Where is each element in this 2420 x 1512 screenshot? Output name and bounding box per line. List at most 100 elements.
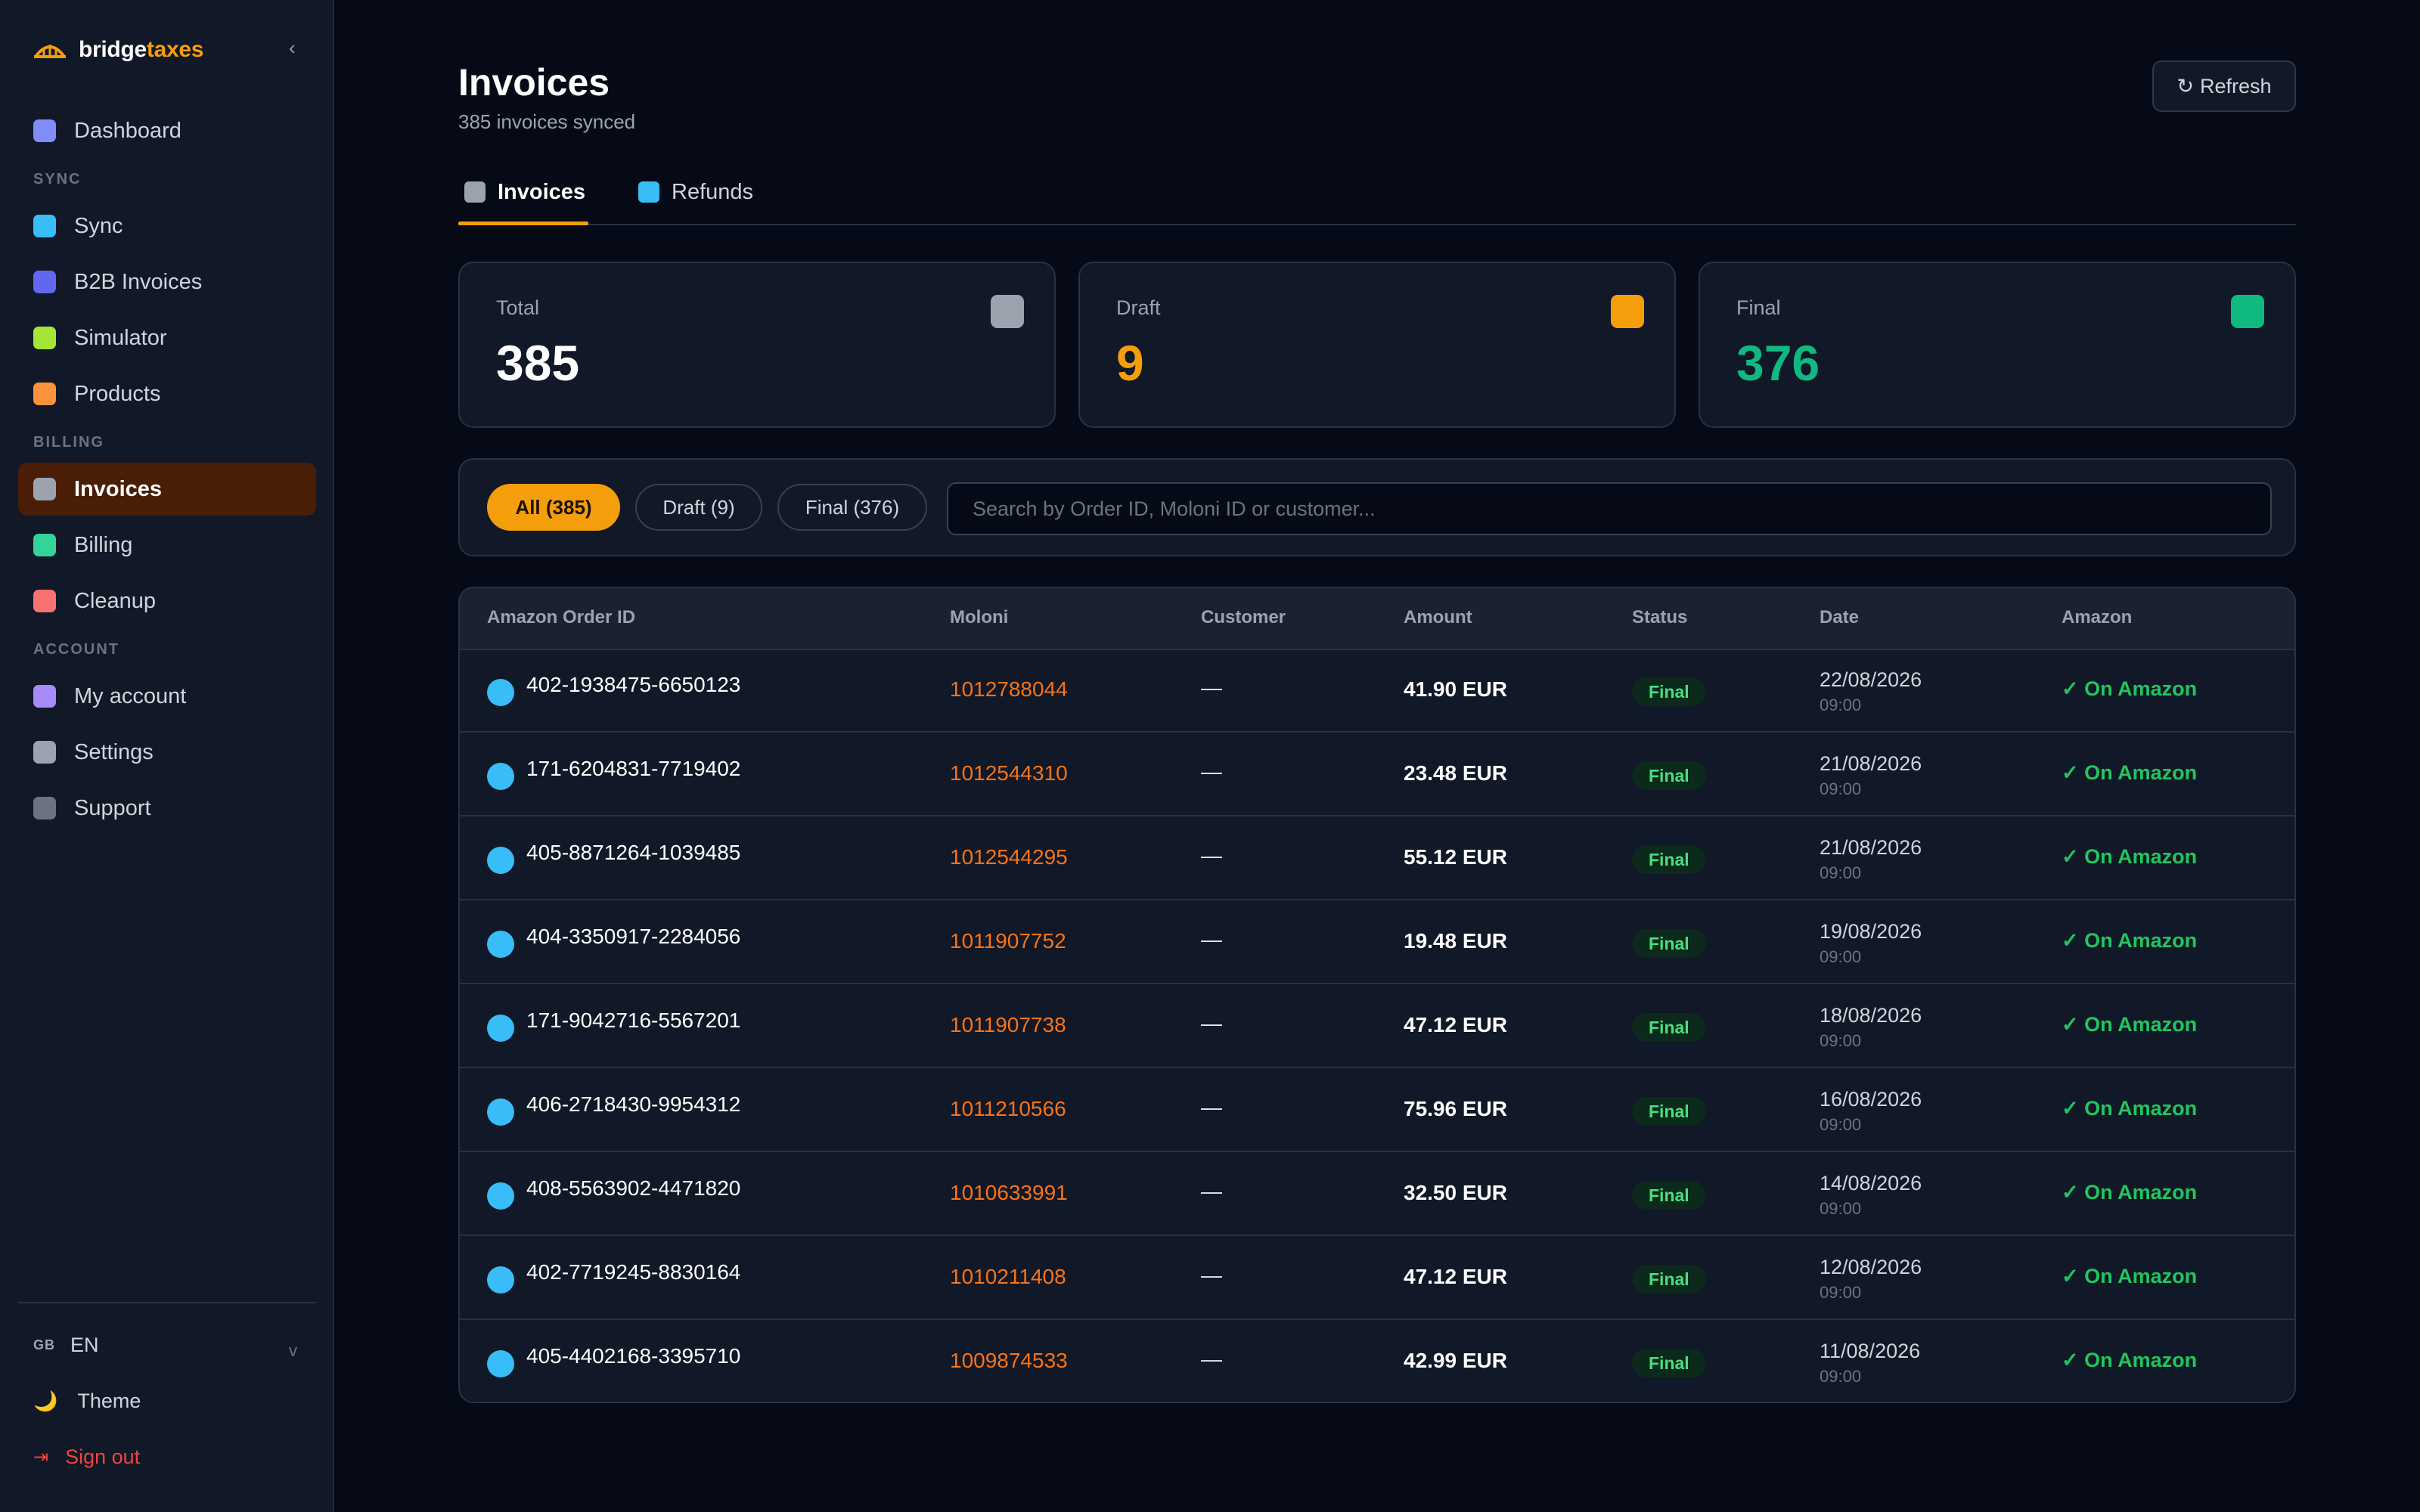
- table-row[interactable]: 406-2718430-9954312 1011210566 — 75.96 EUR F…: [460, 1068, 2294, 1152]
- sidebar-section-title: ACCOUNT: [33, 641, 119, 658]
- customer: —: [1201, 928, 1222, 951]
- sidebar-item-my-account[interactable]: My account: [18, 670, 316, 723]
- stat-value: 376: [1736, 335, 1820, 391]
- search-input[interactable]: [947, 482, 2272, 535]
- column-header-customer[interactable]: Customer: [1201, 607, 1286, 628]
- theme-toggle[interactable]: 🌙 Theme: [33, 1390, 141, 1413]
- date: 12/08/2026: [1820, 1256, 1922, 1278]
- amount: 19.48 EUR: [1404, 929, 1507, 953]
- order-id: 402-7719245-8830164: [526, 1260, 741, 1284]
- customer: —: [1201, 1263, 1222, 1287]
- column-header-amazon[interactable]: Amazon: [2062, 607, 2132, 628]
- invoices-tab-icon: [464, 181, 486, 203]
- customer: —: [1201, 1179, 1222, 1203]
- refresh-label: Refresh: [2200, 74, 2272, 98]
- dashboard-icon: [33, 119, 56, 142]
- column-header-order-id[interactable]: Amazon Order ID: [487, 607, 635, 628]
- column-header-date[interactable]: Date: [1820, 607, 1859, 628]
- tab-refunds-label: Refunds: [672, 180, 754, 204]
- chevron-down-icon[interactable]: v: [289, 1341, 297, 1361]
- tab-refunds[interactable]: Refunds: [638, 171, 753, 224]
- order-id: 406-2718430-9954312: [526, 1092, 741, 1116]
- column-header-amount[interactable]: Amount: [1404, 607, 1472, 628]
- moloni-id-link[interactable]: 1012544310: [950, 761, 1068, 785]
- stat-card-final: Final 376: [1699, 262, 2296, 428]
- table-row[interactable]: 408-5563902-4471820 1010633991 — 32.50 EUR F…: [460, 1152, 2294, 1236]
- flag-gb-icon: GB: [33, 1337, 55, 1352]
- marketplace-globe-icon: [487, 847, 514, 874]
- sign-out-button[interactable]: ⇥ Sign out: [33, 1445, 140, 1469]
- sidebar-item-support[interactable]: Support: [18, 782, 316, 835]
- column-header-status[interactable]: Status: [1632, 607, 1687, 628]
- on-amazon-status: ✓ On Amazon: [2062, 677, 2198, 700]
- sidebar-item-cleanup[interactable]: Cleanup: [18, 575, 316, 627]
- column-header-moloni[interactable]: Moloni: [950, 607, 1008, 628]
- sidebar-item-label: Settings: [74, 739, 154, 764]
- moloni-id-link[interactable]: 1011907752: [950, 929, 1066, 953]
- table-row[interactable]: 404-3350917-2284056 1011907752 — 19.48 EUR F…: [460, 900, 2294, 984]
- brand[interactable]: bridgetaxes: [33, 33, 203, 67]
- language-selector[interactable]: GB EN: [33, 1334, 99, 1357]
- table-row[interactable]: 402-1938475-6650123 1012788044 — 41.90 EUR F…: [460, 649, 2294, 733]
- sidebar-item-dashboard[interactable]: Dashboard: [18, 104, 316, 157]
- refresh-button[interactable]: ↻ Refresh: [2152, 60, 2296, 112]
- brand-name: bridgetaxes: [79, 37, 204, 62]
- filter-draft-pill[interactable]: Draft (9): [635, 484, 762, 531]
- filter-final-pill[interactable]: Final (376): [777, 484, 927, 531]
- amount: 32.50 EUR: [1404, 1181, 1507, 1204]
- billing-icon: [33, 534, 56, 556]
- sidebar-item-settings[interactable]: Settings: [18, 726, 316, 779]
- amount: 55.12 EUR: [1404, 845, 1507, 869]
- moloni-id-link[interactable]: 1011210566: [950, 1097, 1066, 1121]
- sidebar-item-label: Simulator: [74, 325, 167, 350]
- page-subtitle: 385 invoices synced: [458, 110, 636, 133]
- on-amazon-status: ✓ On Amazon: [2062, 845, 2198, 868]
- amount: 42.99 EUR: [1404, 1349, 1507, 1372]
- final-icon: [2231, 295, 2264, 328]
- moloni-id-link[interactable]: 1011907738: [950, 1013, 1066, 1037]
- on-amazon-status: ✓ On Amazon: [2062, 1181, 2198, 1204]
- sidebar-item-label: Cleanup: [74, 588, 157, 613]
- sidebar-item-invoices[interactable]: Invoices: [18, 463, 316, 516]
- table-row[interactable]: 405-4402168-3395710 1009874533 — 42.99 EUR F…: [460, 1320, 2294, 1402]
- filter-all-pill[interactable]: All (385): [487, 484, 620, 531]
- sign-out-icon: ⇥: [33, 1447, 49, 1467]
- sidebar-item-sync[interactable]: Sync: [18, 200, 316, 253]
- on-amazon-status: ✓ On Amazon: [2062, 1265, 2198, 1287]
- moloni-id-link[interactable]: 1010633991: [950, 1181, 1068, 1205]
- tab-invoices[interactable]: Invoices: [464, 171, 585, 224]
- table-row[interactable]: 171-6204831-7719402 1012544310 — 23.48 EUR F…: [460, 733, 2294, 816]
- on-amazon-status: ✓ On Amazon: [2062, 1013, 2198, 1036]
- moloni-id-link[interactable]: 1012544295: [950, 845, 1068, 869]
- table-header: Amazon Order ID Moloni Customer Amount S…: [460, 588, 2294, 650]
- table-row[interactable]: 402-7719245-8830164 1010211408 — 47.12 EUR F…: [460, 1236, 2294, 1320]
- collapse-sidebar-button[interactable]: ‹: [289, 36, 296, 60]
- sidebar-item-billing[interactable]: Billing: [18, 519, 316, 572]
- total-icon: [991, 295, 1024, 328]
- sidebar-item-label: Billing: [74, 532, 133, 557]
- settings-icon: [33, 741, 56, 764]
- date: 22/08/2026: [1820, 668, 1922, 691]
- customer: —: [1201, 1012, 1222, 1035]
- order-id: 402-1938475-6650123: [526, 673, 741, 696]
- sidebar-item-products[interactable]: Products: [18, 367, 316, 420]
- sidebar-item-b2b-invoices[interactable]: B2B Invoices: [18, 256, 316, 308]
- table-row[interactable]: 171-9042716-5567201 1011907738 — 47.12 EUR F…: [460, 984, 2294, 1068]
- moloni-id-link[interactable]: 1012788044: [950, 677, 1068, 702]
- moloni-id-link[interactable]: 1009874533: [950, 1349, 1068, 1373]
- amount: 23.48 EUR: [1404, 761, 1507, 785]
- date: 21/08/2026: [1820, 836, 1922, 859]
- filter-bar: All (385) Draft (9) Final (376): [458, 458, 2296, 556]
- moloni-id-link[interactable]: 1010211408: [950, 1265, 1066, 1289]
- on-amazon-status: ✓ On Amazon: [2062, 1349, 2198, 1371]
- sidebar-item-simulator[interactable]: Simulator: [18, 311, 316, 364]
- table-row[interactable]: 405-8871264-1039485 1012544295 — 55.12 EUR F…: [460, 816, 2294, 900]
- refunds-tab-icon: [638, 181, 659, 203]
- marketplace-globe-icon: [487, 1350, 514, 1377]
- status-badge: Final: [1632, 929, 1706, 958]
- sidebar-item-label: B2B Invoices: [74, 269, 203, 294]
- status-badge: Final: [1632, 1349, 1706, 1377]
- customer: —: [1201, 760, 1222, 783]
- date: 16/08/2026: [1820, 1088, 1922, 1111]
- marketplace-globe-icon: [487, 1015, 514, 1042]
